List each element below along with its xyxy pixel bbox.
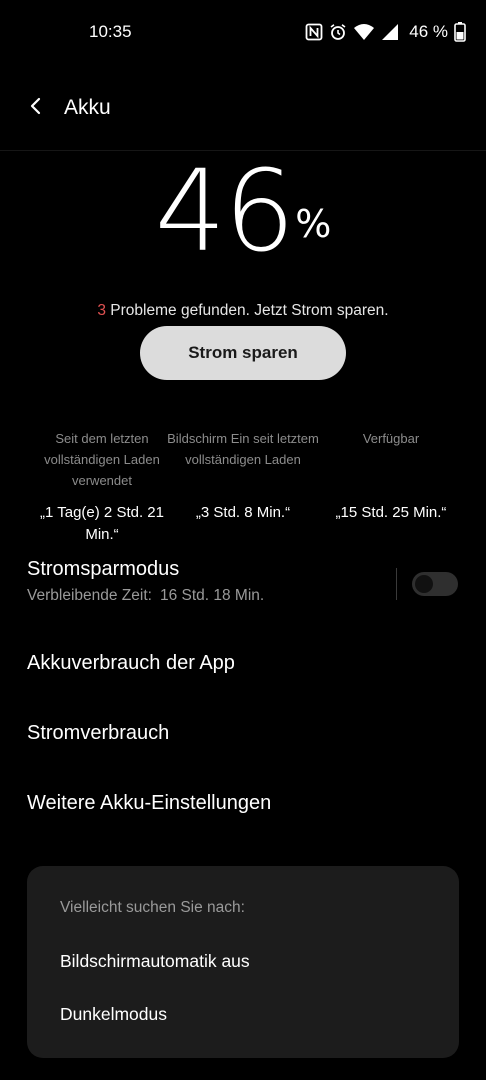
remaining-value: 16 Std. 18 Min. [159, 587, 265, 604]
problems-count: 3 [97, 302, 106, 319]
stat-value: „15 Std. 25 Min.“ [335, 504, 447, 521]
status-battery-text: 46 % [409, 22, 448, 41]
menu-item-label: Weitere Akku-Einstellungen [27, 792, 272, 814]
alarm-icon [329, 23, 347, 41]
suggestion-dark-mode[interactable]: Dunkelmodus [60, 1004, 167, 1025]
suggestions-card: Vielleicht suchen Sie nach: Bildschirmau… [27, 866, 459, 1058]
battery-level-value: 46 [154, 147, 296, 277]
problems-message: 3 Probleme gefunden. Jetzt Strom sparen. [0, 302, 486, 320]
battery-icon [454, 22, 466, 42]
power-saving-toggle[interactable] [412, 572, 458, 596]
stat-value: „3 Std. 8 Min.“ [195, 504, 291, 521]
power-saving-remaining: Verbleibende Zeit: 16 Std. 18 Min. [27, 587, 387, 605]
status-icons: 46 % [305, 22, 466, 42]
battery-level-display: 46 % [0, 150, 486, 270]
page-title: Akku [64, 96, 111, 119]
back-button[interactable] [18, 90, 54, 126]
status-time: 10:35 [89, 22, 132, 41]
toggle-knob [415, 575, 433, 593]
stat-label: Verfügbar [362, 431, 420, 446]
suggestions-heading: Vielleicht suchen Sie nach: [60, 899, 245, 916]
menu-item-label: Akkuverbrauch der App [27, 652, 235, 674]
stat-label: Seit dem letzten vollständigen Laden ver… [44, 431, 160, 488]
nfc-icon [305, 23, 323, 41]
problems-text: Probleme gefunden. Jetzt Strom sparen. [106, 302, 389, 319]
stat-value: „1 Tag(e) 2 Std. 21 Min.“ [40, 504, 164, 543]
menu-item-power-consumption[interactable]: Stromverbrauch [27, 722, 467, 745]
battery-level-unit: % [295, 202, 332, 246]
power-saving-row[interactable]: Stromsparmodus Verbleibende Zeit: 16 Std.… [27, 558, 387, 605]
remaining-label: Verbleibende Zeit: [27, 587, 152, 604]
stat-screen-on: Bildschirm Ein seit letztem vollständige… [163, 428, 323, 524]
signal-icon [381, 23, 399, 41]
status-bar: 10:35 46 % [0, 0, 486, 64]
suggestion-auto-brightness[interactable]: Bildschirmautomatik aus [60, 951, 250, 972]
wifi-icon [353, 23, 375, 41]
stat-since-charge: Seit dem letzten vollständigen Laden ver… [22, 428, 182, 546]
stat-label: Bildschirm Ein seit letztem vollständige… [167, 431, 319, 467]
power-saving-title: Stromsparmodus [27, 558, 180, 580]
menu-item-more-settings[interactable]: Weitere Akku-Einstellungen [27, 792, 467, 815]
save-power-button[interactable]: Strom sparen [140, 326, 346, 380]
menu-item-label: Stromverbrauch [27, 722, 170, 744]
stat-available: Verfügbar „15 Std. 25 Min.“ [311, 428, 471, 524]
toggle-divider [396, 568, 397, 600]
back-arrow-icon [28, 96, 44, 121]
app-bar: Akku [0, 78, 486, 138]
menu-item-app-usage[interactable]: Akkuverbrauch der App [27, 652, 467, 675]
usage-stats: Seit dem letzten vollständigen Laden ver… [0, 428, 486, 548]
